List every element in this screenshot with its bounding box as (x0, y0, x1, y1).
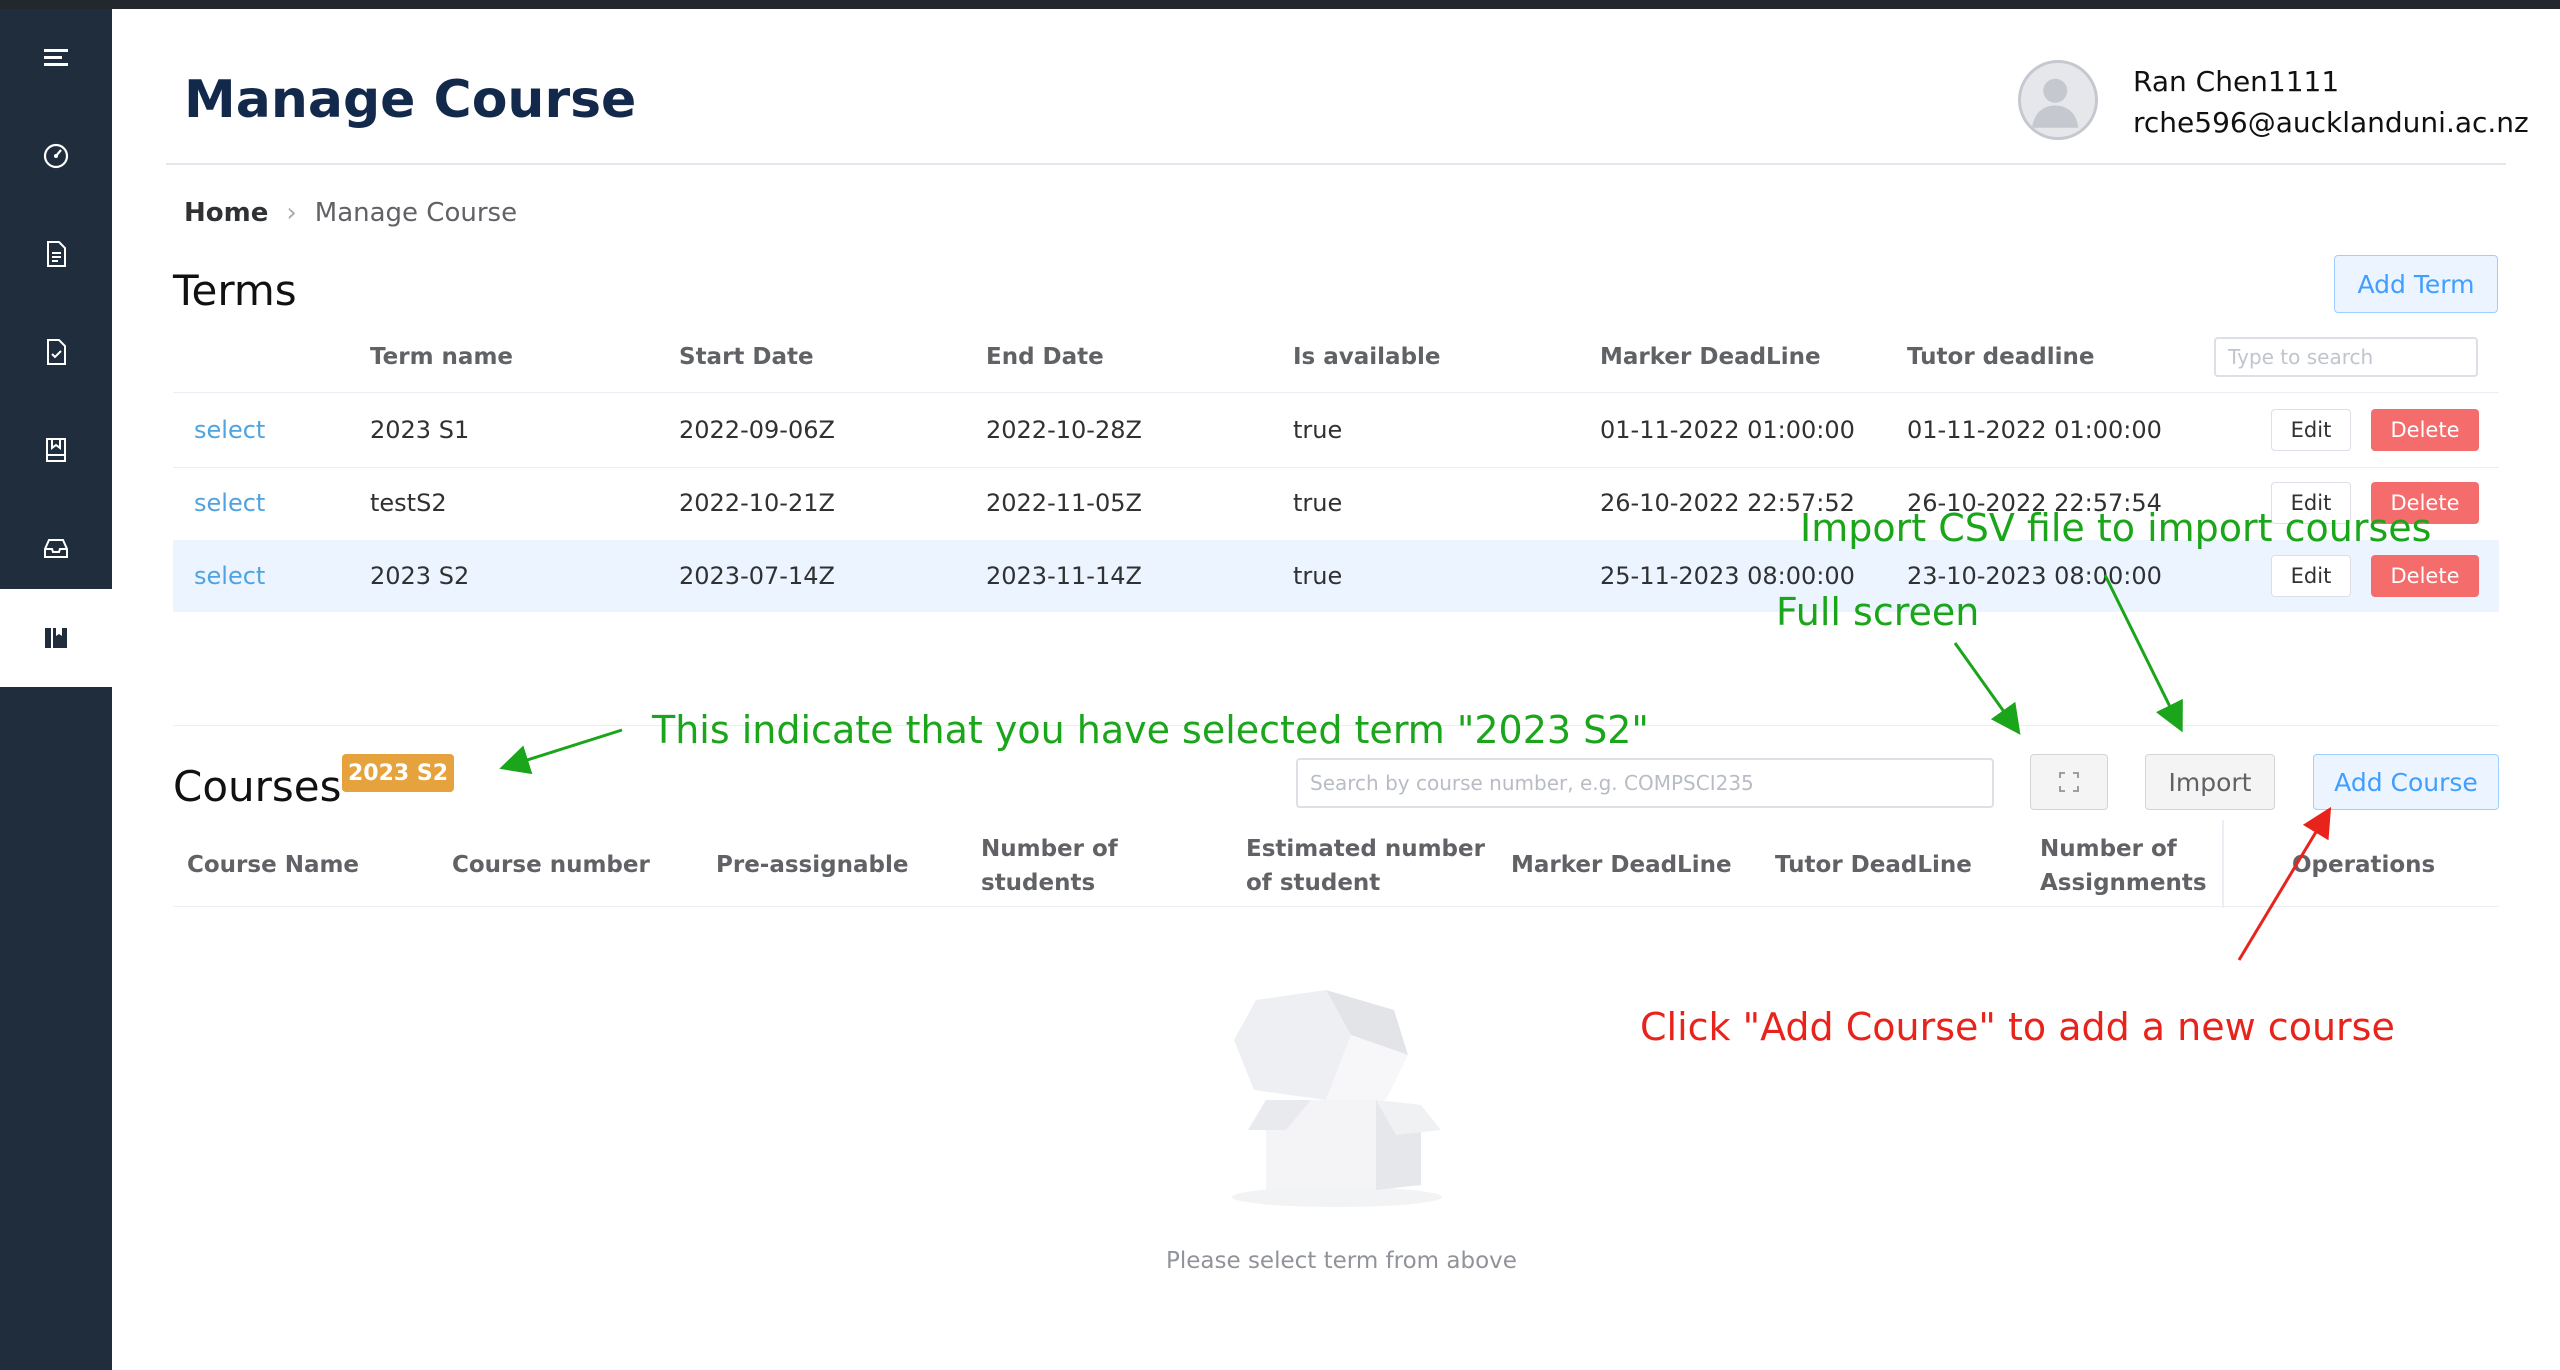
arrow-to-fullscreen (1953, 642, 2021, 735)
arrow-to-import (2103, 574, 2183, 733)
arrow-to-add-course (2237, 806, 2332, 961)
annotation-arrows (499, 574, 2332, 961)
arrow-to-term-tag (499, 728, 623, 775)
